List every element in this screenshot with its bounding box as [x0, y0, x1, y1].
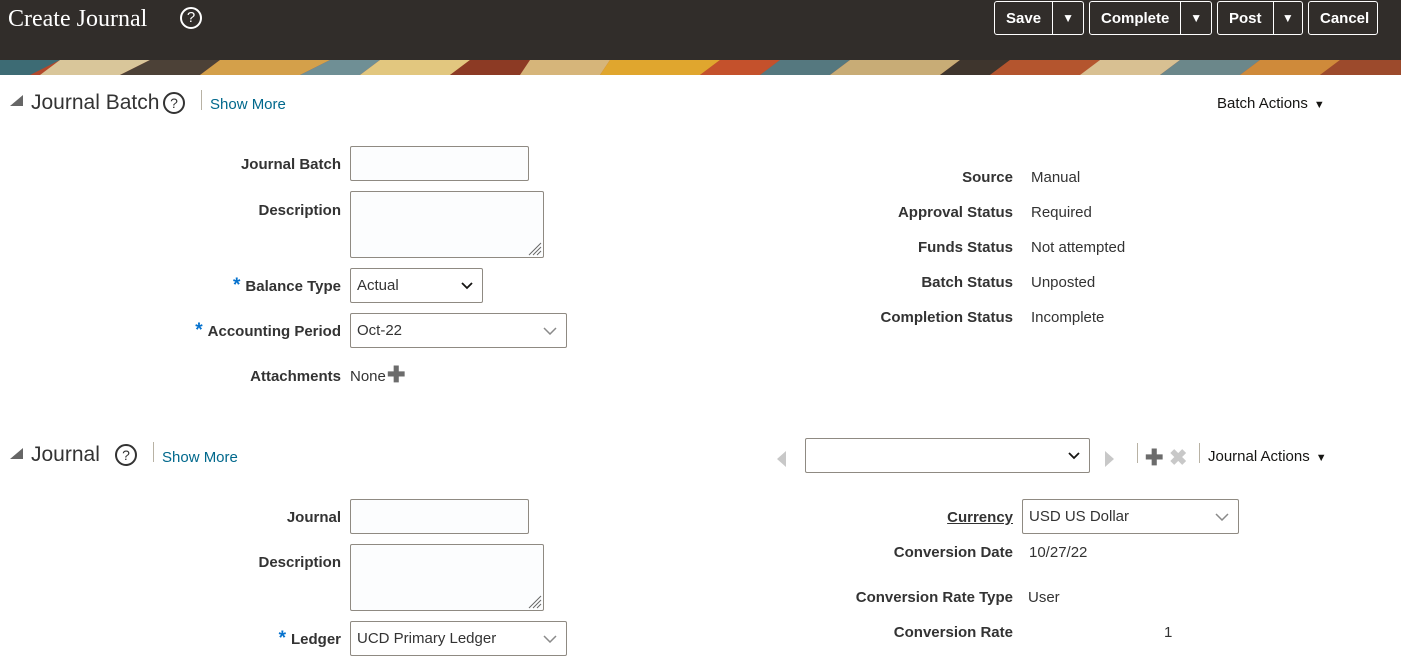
journal-actions-label: Journal Actions: [1208, 448, 1310, 465]
ledger-select[interactable]: UCD Primary Ledger: [350, 621, 567, 656]
journal-actions-menu[interactable]: Journal Actions ▼: [1208, 448, 1327, 465]
post-button-label: Post: [1229, 9, 1262, 27]
caret-down-icon: ▼: [1315, 452, 1327, 464]
caret-down-icon: ▼: [1313, 99, 1325, 111]
journal-show-more-link[interactable]: Show More: [162, 449, 238, 466]
ledger-value: UCD Primary Ledger: [357, 630, 497, 647]
resize-handle-icon[interactable]: [526, 240, 542, 256]
chevron-down-icon: [1068, 451, 1080, 459]
approval-status-value: Required: [1031, 204, 1092, 221]
journal-input[interactable]: [350, 499, 529, 534]
approval-status-label: Approval Status: [897, 204, 1013, 221]
complete-dropdown-icon[interactable]: ▼: [1180, 2, 1211, 34]
cancel-button[interactable]: Cancel: [1308, 1, 1378, 35]
cancel-button-label: Cancel: [1320, 9, 1370, 27]
journal-selector[interactable]: [805, 438, 1090, 473]
currency-label[interactable]: Currency: [947, 509, 1013, 526]
add-journal-icon[interactable]: ✚: [1145, 447, 1163, 469]
conversion-rate-type-label: Conversion Rate Type: [855, 589, 1013, 606]
journal-collapse-icon[interactable]: [10, 448, 23, 459]
required-icon: *: [232, 275, 241, 296]
chevron-down-icon: [543, 634, 557, 643]
batch-description-label: Description: [258, 202, 341, 219]
batch-section-title: Journal Batch: [31, 91, 160, 114]
currency-select[interactable]: USD US Dollar: [1022, 499, 1239, 534]
source-label: Source: [962, 169, 1013, 186]
delete-journal-icon[interactable]: ✖: [1169, 447, 1187, 469]
accounting-period-label: * Accounting Period: [195, 320, 341, 341]
batch-actions-label: Batch Actions: [1217, 95, 1308, 112]
journal-help-icon[interactable]: ?: [115, 444, 137, 466]
required-icon: *: [195, 320, 203, 341]
journal-batch-label: Journal Batch: [240, 156, 341, 173]
save-dropdown-icon[interactable]: ▼: [1052, 2, 1083, 34]
batch-actions-menu[interactable]: Batch Actions ▼: [1217, 95, 1325, 112]
balance-type-value: Actual: [357, 277, 399, 294]
accounting-period-select[interactable]: Oct-22: [350, 313, 567, 348]
journal-label: Journal: [286, 509, 341, 526]
attachments-label: Attachments: [250, 368, 341, 385]
complete-button-label: Complete: [1101, 9, 1170, 27]
journal-section-title: Journal: [31, 443, 100, 466]
batch-status-label: Batch Status: [921, 274, 1013, 291]
post-button[interactable]: Post ▼: [1217, 1, 1303, 35]
currency-value: USD US Dollar: [1029, 508, 1130, 525]
conversion-rate-type-value: User: [1028, 589, 1060, 606]
batch-status-value: Unposted: [1031, 274, 1096, 291]
divider: [1199, 443, 1200, 463]
conversion-date-value: 10/27/22: [1029, 544, 1088, 561]
funds-status-label: Funds Status: [917, 239, 1013, 256]
resize-handle-icon[interactable]: [526, 593, 542, 609]
page-title: Create Journal: [8, 6, 148, 32]
next-journal-icon[interactable]: [1105, 451, 1114, 467]
funds-status-value: Not attempted: [1031, 239, 1126, 256]
conversion-rate-label: Conversion Rate: [893, 624, 1013, 641]
post-dropdown-icon[interactable]: ▼: [1272, 2, 1302, 34]
divider: [1137, 443, 1138, 463]
balance-type-select[interactable]: Actual: [350, 268, 483, 303]
batch-description-textarea[interactable]: [350, 191, 544, 258]
conversion-date-label: Conversion Date: [893, 544, 1013, 561]
chevron-down-icon: [461, 281, 473, 289]
previous-journal-icon[interactable]: [777, 451, 786, 467]
chevron-down-icon: [543, 326, 557, 335]
completion-status-label: Completion Status: [880, 309, 1013, 326]
batch-collapse-icon[interactable]: [10, 95, 23, 106]
save-button[interactable]: Save ▼: [994, 1, 1084, 35]
journal-description-label: Description: [258, 554, 341, 571]
add-attachment-icon[interactable]: ✚: [387, 364, 405, 386]
journal-description-textarea[interactable]: [350, 544, 544, 611]
complete-button[interactable]: Complete ▼: [1089, 1, 1212, 35]
accounting-period-value: Oct-22: [357, 322, 403, 339]
ledger-label: * Ledger: [278, 628, 341, 649]
decorative-banner: [0, 60, 1401, 75]
required-icon: *: [278, 628, 286, 649]
conversion-rate-value: 1: [1164, 624, 1173, 641]
source-value: Manual: [1031, 169, 1081, 186]
help-icon[interactable]: ?: [180, 7, 202, 29]
balance-type-label: * Balance Type: [232, 275, 341, 296]
attachments-value: None: [350, 368, 386, 385]
completion-status-value: Incomplete: [1031, 309, 1105, 326]
batch-help-icon[interactable]: ?: [163, 92, 185, 114]
batch-show-more-link[interactable]: Show More: [210, 96, 286, 113]
divider: [201, 90, 202, 110]
divider: [153, 442, 154, 462]
journal-batch-input[interactable]: [350, 146, 529, 181]
chevron-down-icon: [1215, 512, 1229, 521]
save-button-label: Save: [1006, 9, 1042, 27]
